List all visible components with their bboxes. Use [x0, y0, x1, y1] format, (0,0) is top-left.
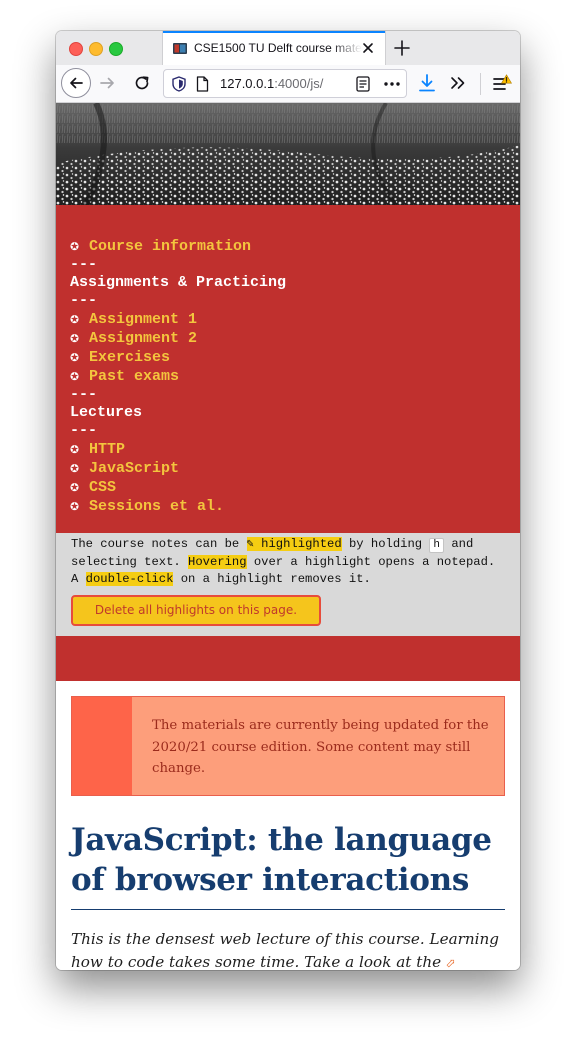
- nav-separator: ---: [70, 292, 286, 310]
- url-text: 127.0.0.1:4000/js/: [220, 76, 323, 91]
- nav-bullet-icon: ✪: [70, 349, 80, 366]
- nav-separator-text: ---: [70, 292, 98, 309]
- page-info-icon[interactable]: [196, 76, 209, 92]
- url-path: :4000/js/: [274, 76, 324, 91]
- notice-text: The materials are currently being update…: [152, 718, 489, 776]
- delete-highlights-button[interactable]: Delete all highlights on this page.: [71, 595, 321, 626]
- nav-item-course-information[interactable]: ✪ Course information: [70, 237, 286, 256]
- tab-title: CSE1500 TU Delft course materials: [194, 41, 362, 55]
- highlight-instructions: The course notes can be ✎ highlighted by…: [71, 536, 503, 589]
- browser-window: CSE1500 TU Delft course materials: [56, 31, 520, 970]
- nav-link-label[interactable]: Course information: [89, 238, 251, 255]
- minimize-window-button[interactable]: [89, 42, 103, 56]
- app-menu-icon[interactable]: [492, 74, 512, 94]
- notice-stripe: [72, 697, 132, 795]
- new-tab-icon[interactable]: [393, 39, 411, 57]
- url-host: 127.0.0.1: [220, 76, 275, 91]
- update-notice: The materials are currently being update…: [71, 696, 505, 796]
- nav-item-http[interactable]: ✪ HTTP: [70, 440, 286, 459]
- nav-separator-text: ---: [70, 422, 98, 439]
- nav-heading-text: Assignments & Practicing: [70, 274, 287, 291]
- nav-link-label[interactable]: JavaScript: [89, 460, 179, 477]
- nav-item-sessions-et-al[interactable]: ✪ Sessions et al.: [70, 497, 286, 516]
- highlighted-word-sample: ✎ highlighted: [246, 537, 342, 551]
- nav-item-assignment-2[interactable]: ✪ Assignment 2: [70, 329, 286, 348]
- tracking-shield-icon[interactable]: [172, 76, 186, 92]
- nav-item-assignment-1[interactable]: ✪ Assignment 1: [70, 310, 286, 329]
- header-bottom-band: [56, 636, 520, 681]
- site-favicon-icon: [173, 43, 187, 54]
- reload-icon[interactable]: [132, 73, 152, 93]
- nav-bullet-icon: ✪: [70, 368, 80, 385]
- page-title: JavaScript: the language of browser inte…: [71, 822, 492, 898]
- nav-link-label[interactable]: Sessions et al.: [89, 498, 224, 515]
- navigation-toolbar: 127.0.0.1:4000/js/: [56, 65, 520, 103]
- nav-section-heading: Assignments & Practicing: [70, 274, 286, 292]
- nav-separator: ---: [70, 386, 286, 404]
- zoom-window-button[interactable]: [109, 42, 123, 56]
- nav-bullet-icon: ✪: [70, 311, 80, 328]
- nav-item-javascript[interactable]: ✪ JavaScript: [70, 459, 286, 478]
- instr-text-5: on a highlight removes it.: [173, 572, 371, 586]
- intro-text: This is the densest web lecture of this …: [71, 930, 500, 970]
- nav-link-label[interactable]: Assignment 1: [89, 311, 197, 328]
- site-navigation: ✪ Course information --- Assignments & Prac…: [56, 205, 520, 533]
- intro-paragraph: This is the densest web lecture of this …: [71, 928, 505, 970]
- back-button[interactable]: [61, 68, 91, 98]
- nav-bullet-icon: ✪: [70, 330, 80, 347]
- header-banner-image: [56, 103, 520, 205]
- hovering-highlight: Hovering: [188, 554, 247, 569]
- nav-list: ✪ Course information --- Assignments & Prac…: [70, 237, 286, 516]
- nav-item-past-exams[interactable]: ✪ Past exams: [70, 367, 286, 386]
- nav-section-heading: Lectures: [70, 404, 286, 422]
- close-window-button[interactable]: [69, 42, 83, 56]
- instr-text-2: by holding: [341, 537, 430, 551]
- highlight-help-panel: The course notes can be ✎ highlighted by…: [56, 533, 520, 636]
- page-actions-icon[interactable]: [383, 76, 401, 92]
- nav-link-label[interactable]: Assignment 2: [89, 330, 197, 347]
- active-tab[interactable]: CSE1500 TU Delft course materials: [162, 31, 386, 65]
- nav-link-label[interactable]: Exercises: [89, 349, 170, 366]
- toolbar-divider: [480, 73, 481, 95]
- nav-bullet-icon: ✪: [70, 460, 80, 477]
- tab-strip: CSE1500 TU Delft course materials: [56, 31, 520, 65]
- page-viewport: ✪ Course information --- Assignments & Prac…: [56, 103, 520, 970]
- forward-arrow-icon[interactable]: [98, 73, 118, 93]
- keyboard-key-h: h: [429, 538, 445, 553]
- nav-separator-text: ---: [70, 256, 98, 273]
- nav-bullet-icon: ✪: [70, 479, 80, 496]
- nav-separator: ---: [70, 422, 286, 440]
- title-divider: [71, 909, 505, 910]
- instr-text-1: The course notes can be: [71, 537, 247, 551]
- nav-item-css[interactable]: ✪ CSS: [70, 478, 286, 497]
- nav-link-label[interactable]: Past exams: [89, 368, 179, 385]
- nav-separator-text: ---: [70, 386, 98, 403]
- nav-item-exercises[interactable]: ✪ Exercises: [70, 348, 286, 367]
- downloads-icon[interactable]: [418, 73, 436, 93]
- overflow-chevrons-icon[interactable]: [449, 74, 467, 92]
- address-bar[interactable]: 127.0.0.1:4000/js/: [163, 69, 407, 98]
- nav-bullet-icon: ✪: [70, 238, 80, 255]
- nav-bullet-icon: ✪: [70, 498, 80, 515]
- external-link-icon[interactable]: ⬀: [446, 956, 456, 970]
- reader-view-icon[interactable]: [356, 76, 370, 92]
- nav-link-label[interactable]: CSS: [89, 479, 116, 496]
- back-arrow-icon: [70, 77, 83, 89]
- nav-heading-text: Lectures: [70, 404, 143, 421]
- nav-separator: ---: [70, 256, 286, 274]
- nav-bullet-icon: ✪: [70, 441, 80, 458]
- close-tab-icon[interactable]: [360, 40, 376, 56]
- nav-link-label[interactable]: HTTP: [89, 441, 125, 458]
- double-click-highlight: double-click: [85, 572, 174, 586]
